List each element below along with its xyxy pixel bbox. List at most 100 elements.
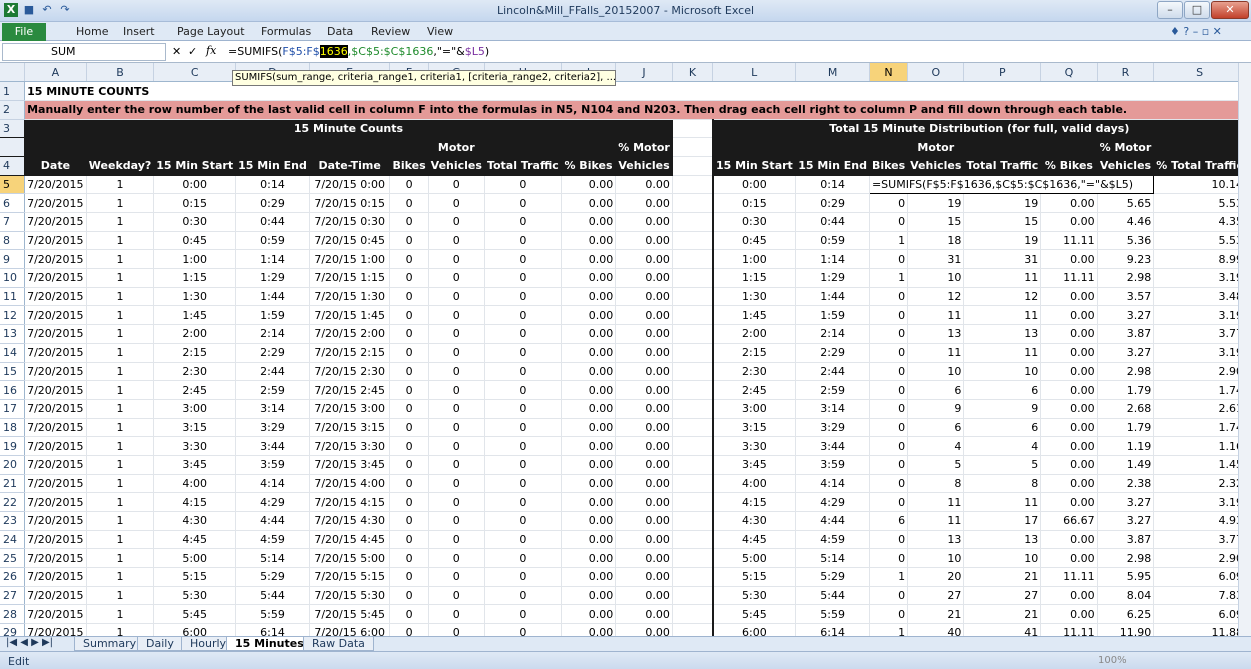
- cell[interactable]: 4:00: [153, 474, 237, 494]
- cancel-icon[interactable]: ✕: [172, 45, 181, 58]
- cell[interactable]: [672, 455, 714, 475]
- cell[interactable]: 11: [907, 492, 965, 512]
- cell[interactable]: 11: [963, 268, 1042, 288]
- cell[interactable]: 7/20/2015: [24, 212, 87, 232]
- cell[interactable]: 0.00: [615, 324, 673, 344]
- column-label[interactable]: 15 Min End: [795, 156, 870, 176]
- cell[interactable]: 0: [428, 324, 485, 344]
- cell[interactable]: 27: [963, 586, 1042, 606]
- cell[interactable]: 0.00: [561, 548, 617, 569]
- cell[interactable]: 7/20/2015: [24, 474, 87, 494]
- cell[interactable]: 7/20/15 2:30: [309, 362, 391, 382]
- cell[interactable]: 0: [428, 548, 485, 569]
- cell[interactable]: 13: [963, 530, 1042, 550]
- cell[interactable]: 7/20/15 0:30: [309, 212, 391, 232]
- cell[interactable]: 0.00: [1040, 474, 1098, 494]
- cell[interactable]: 1:29: [795, 268, 870, 288]
- right-table-title[interactable]: Total 15 Minute Distribution (for full, …: [711, 119, 1246, 139]
- function-icon[interactable]: fx: [206, 44, 216, 57]
- cell[interactable]: 5:30: [711, 586, 797, 606]
- cell[interactable]: 0: [869, 324, 909, 344]
- cell[interactable]: 5:29: [795, 567, 870, 587]
- cell[interactable]: 0.00: [1040, 249, 1098, 270]
- cell[interactable]: 2:44: [235, 362, 310, 382]
- cell[interactable]: 5.53: [1153, 193, 1246, 213]
- column-header[interactable]: B: [86, 63, 155, 83]
- cell[interactable]: 2.38: [1097, 474, 1155, 494]
- cell[interactable]: 2.32: [1153, 474, 1246, 494]
- cell[interactable]: 0: [428, 436, 485, 456]
- cell[interactable]: 3:00: [153, 399, 237, 419]
- cell[interactable]: 11: [963, 305, 1042, 326]
- cell[interactable]: 0: [484, 455, 562, 475]
- left-table-title[interactable]: 15 Minute Counts: [24, 119, 673, 139]
- cell[interactable]: 0: [484, 343, 562, 363]
- cell[interactable]: 0: [428, 175, 485, 195]
- column-header[interactable]: P: [963, 63, 1042, 83]
- cell[interactable]: 0.00: [615, 249, 673, 270]
- cell[interactable]: 12: [907, 287, 965, 307]
- cell[interactable]: 7/20/15 5:15: [309, 567, 391, 587]
- cell[interactable]: 0: [869, 530, 909, 550]
- cell[interactable]: 0.00: [615, 268, 673, 288]
- row-header[interactable]: 16: [0, 380, 26, 400]
- select-all-corner[interactable]: [0, 63, 26, 83]
- cell[interactable]: 0.00: [615, 455, 673, 475]
- cell[interactable]: 3:30: [153, 436, 237, 456]
- column-header[interactable]: C: [153, 63, 237, 83]
- cell[interactable]: 0.00: [561, 249, 617, 270]
- cell[interactable]: 1.74: [1153, 418, 1246, 438]
- cell[interactable]: 5:15: [153, 567, 237, 587]
- cell[interactable]: 0.00: [561, 604, 617, 625]
- column-label[interactable]: % Total Traffic: [1153, 156, 1246, 176]
- cell[interactable]: 1.79: [1097, 380, 1155, 400]
- cell[interactable]: 3:59: [235, 455, 310, 475]
- cell[interactable]: [672, 492, 714, 512]
- cell[interactable]: 17: [963, 511, 1042, 531]
- cell[interactable]: 21: [963, 567, 1042, 587]
- cell[interactable]: 0:45: [711, 231, 797, 251]
- cell[interactable]: 0.00: [615, 343, 673, 363]
- row-header[interactable]: 13: [0, 324, 26, 344]
- cell[interactable]: 0: [389, 492, 429, 512]
- cell[interactable]: 6: [963, 380, 1042, 400]
- cell[interactable]: 6: [963, 418, 1042, 438]
- row-header[interactable]: 19: [0, 436, 26, 456]
- cell[interactable]: 0: [869, 193, 909, 213]
- cell[interactable]: 1: [86, 287, 155, 307]
- cell[interactable]: 0: [428, 362, 485, 382]
- cell[interactable]: 0: [389, 567, 429, 587]
- cell[interactable]: 0: [428, 268, 485, 288]
- tab-formulas[interactable]: Formulas: [261, 25, 311, 38]
- cell[interactable]: 0.00: [615, 511, 673, 531]
- cell[interactable]: 2.90: [1153, 362, 1246, 382]
- cell[interactable]: 4:29: [235, 492, 310, 512]
- row-header[interactable]: 10: [0, 268, 26, 288]
- row-header[interactable]: 9: [0, 249, 26, 270]
- cell[interactable]: 0: [484, 530, 562, 550]
- cell[interactable]: 1: [86, 380, 155, 400]
- cell[interactable]: [672, 586, 714, 606]
- cell[interactable]: 2:59: [795, 380, 870, 400]
- cell[interactable]: 18: [907, 231, 965, 251]
- row-header[interactable]: 4: [0, 156, 26, 176]
- cell[interactable]: [672, 268, 714, 288]
- cell[interactable]: 0:15: [153, 193, 237, 213]
- cell[interactable]: 2.61: [1153, 399, 1246, 419]
- cell[interactable]: 2:14: [235, 324, 310, 344]
- cell[interactable]: 7/20/2015: [24, 604, 87, 625]
- cell[interactable]: 0: [869, 380, 909, 400]
- cell[interactable]: 3:29: [235, 418, 310, 438]
- cell[interactable]: 0.00: [561, 305, 617, 326]
- cell[interactable]: 0: [869, 455, 909, 475]
- cell[interactable]: 11: [907, 511, 965, 531]
- cell[interactable]: 0.00: [615, 436, 673, 456]
- cell[interactable]: 20: [907, 567, 965, 587]
- formula-input[interactable]: =SUMIFS(F$5:F$1636,$C$5:$C$1636,"="&$L5): [228, 45, 489, 58]
- cell[interactable]: 10: [907, 362, 965, 382]
- tab-data[interactable]: Data: [327, 25, 353, 38]
- cell[interactable]: 0: [428, 305, 485, 326]
- cell[interactable]: 10: [963, 362, 1042, 382]
- cell[interactable]: 3:45: [711, 455, 797, 475]
- cell[interactable]: 7/20/2015: [24, 436, 87, 456]
